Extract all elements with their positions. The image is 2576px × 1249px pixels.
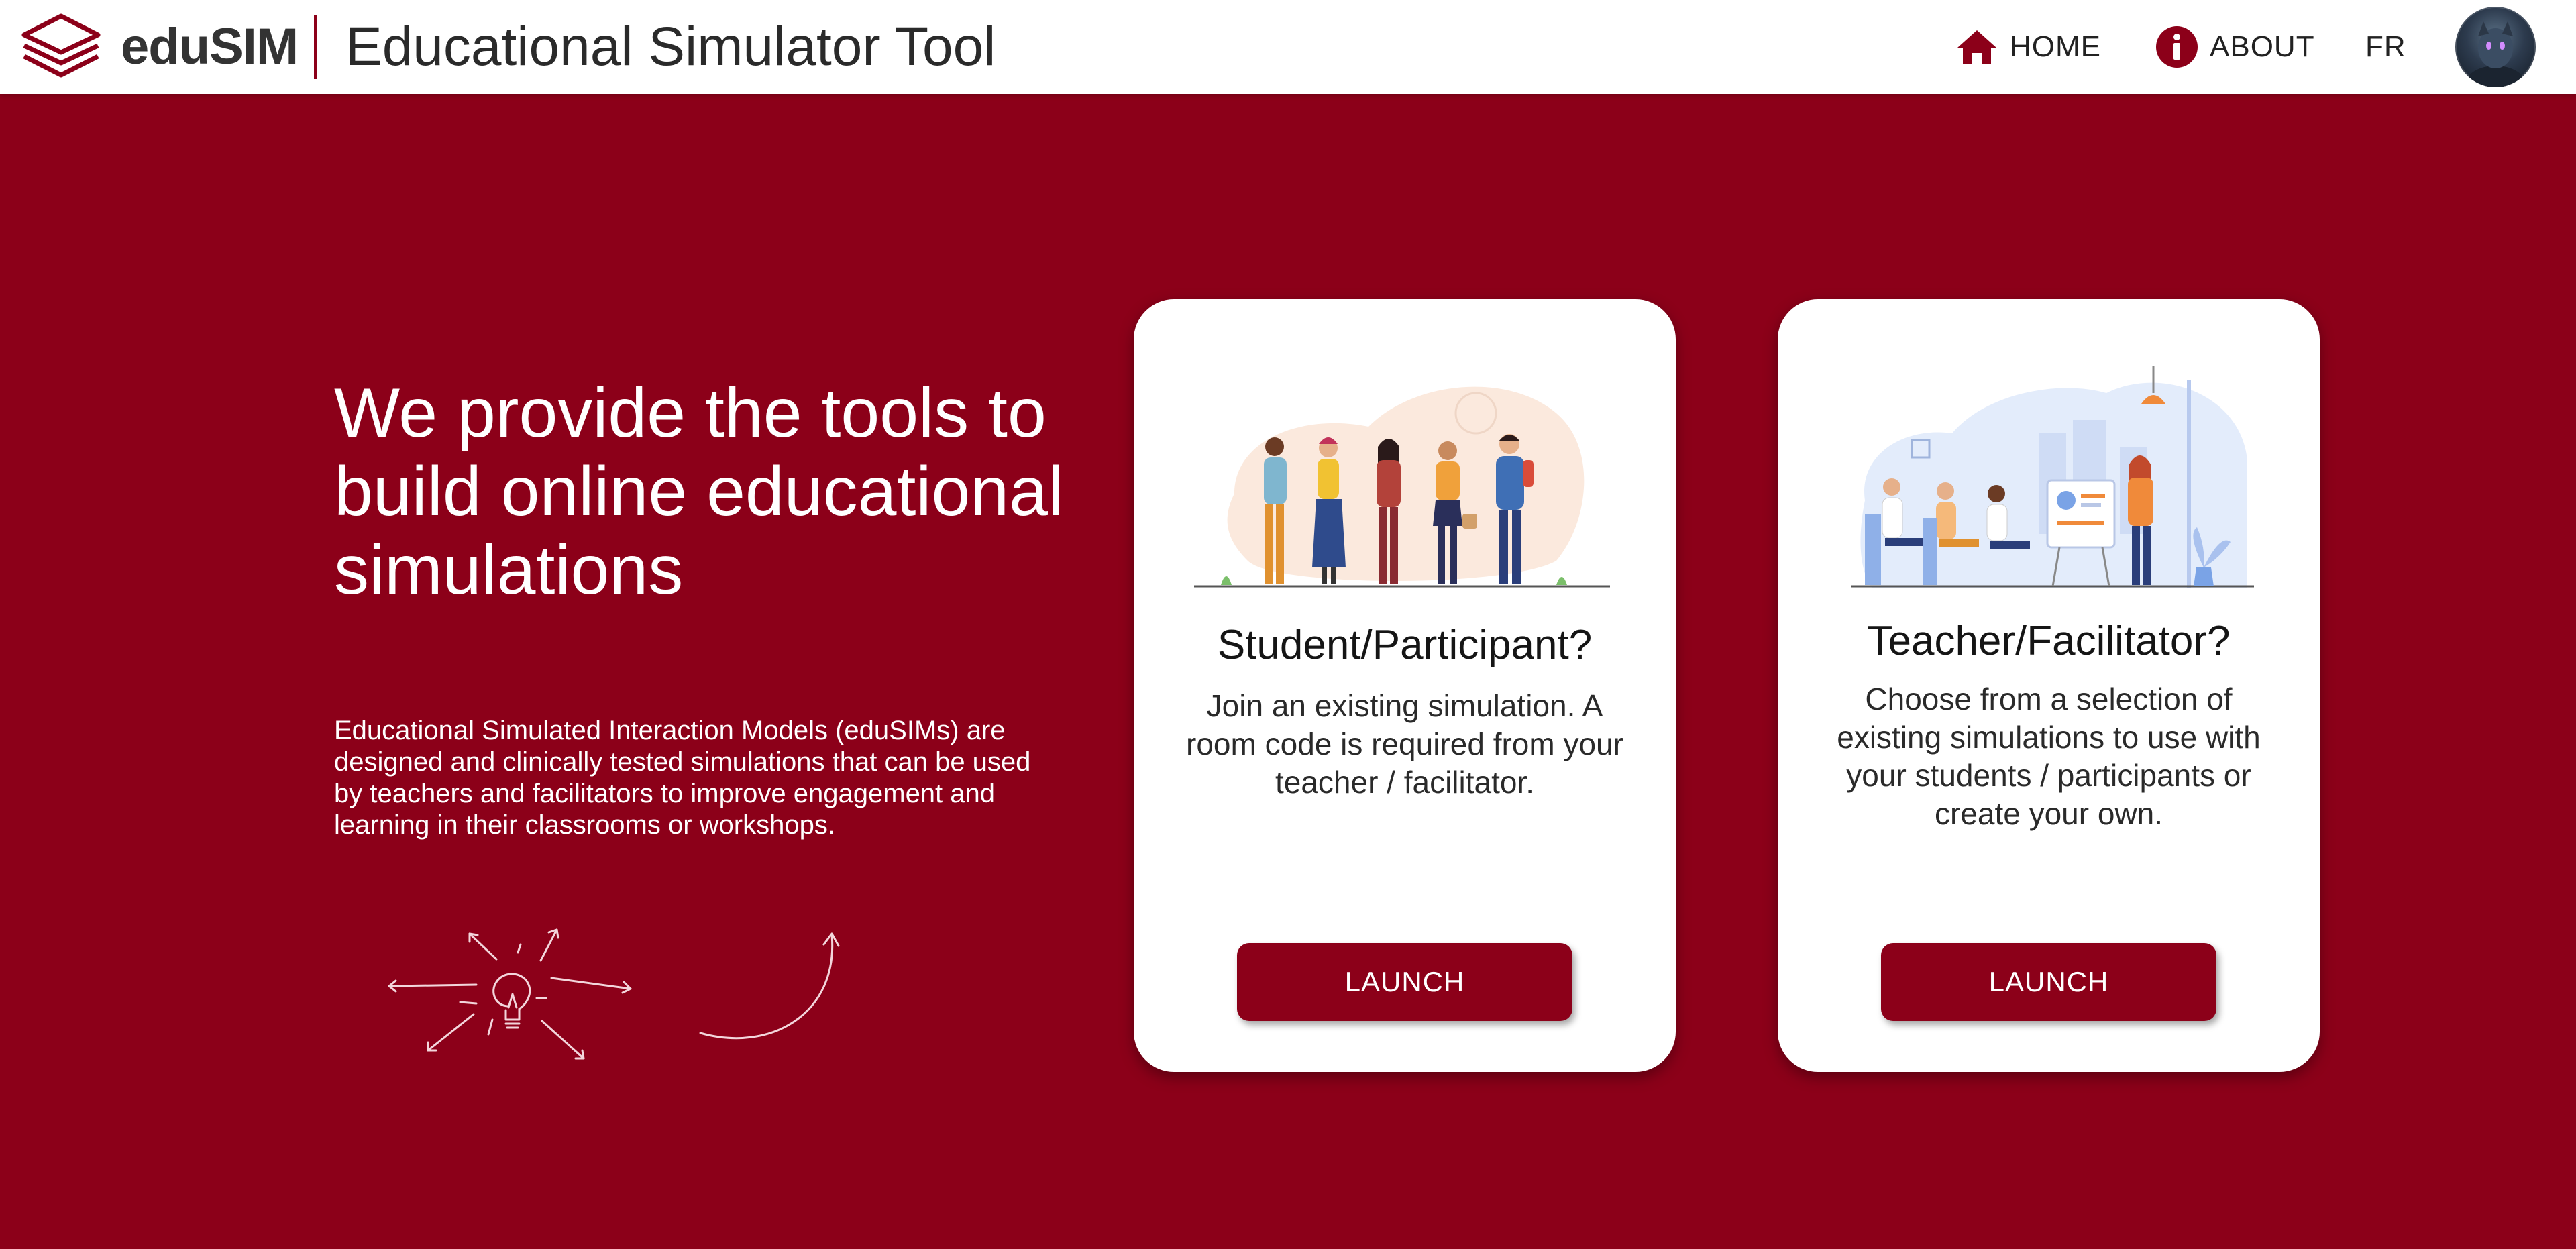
language-toggle-label: FR [2365,30,2406,63]
teacher-card-description: Choose from a selection of existing simu… [1837,682,2261,831]
nav-about-link[interactable]: ABOUT [2155,23,2315,71]
hero-title: We provide the tools to build online edu… [334,374,1064,609]
language-toggle[interactable]: FR [2365,23,2406,71]
top-header: eduSIM Educational Simulator Tool HOME A… [0,0,2576,94]
nav-about-label: ABOUT [2210,30,2315,63]
student-launch-button[interactable]: LAUNCH [1237,943,1572,1021]
students-group-illustration [1194,386,1610,588]
layers-logo-icon[interactable] [17,11,105,83]
avatar-image [2465,21,2526,87]
student-card: Student/Participant? Join an existing si… [1134,299,1676,1072]
nav-home-label: HOME [2010,30,2101,63]
student-card-description: Join an existing simulation. A room code… [1186,688,1623,800]
info-icon [2156,26,2198,68]
user-avatar[interactable] [2455,7,2536,87]
lightbulb-doodle-icon [388,928,840,1060]
hero-description: Educational Simulated Interaction Models… [334,716,1031,840]
nav-home-link[interactable]: HOME [1955,23,2101,71]
teacher-card-heading: Teacher/Facilitator? [1867,618,2231,664]
logo-divider [314,15,317,79]
app-title: Educational Simulator Tool [345,16,996,77]
teacher-card: Teacher/Facilitator? Choose from a selec… [1778,299,2320,1072]
home-icon [1957,30,1996,64]
teacher-launch-button[interactable]: LAUNCH [1881,943,2216,1021]
logo-text[interactable]: eduSIM [121,15,299,79]
teacher-classroom-illustration [1851,366,2254,588]
student-card-heading: Student/Participant? [1217,622,1593,668]
